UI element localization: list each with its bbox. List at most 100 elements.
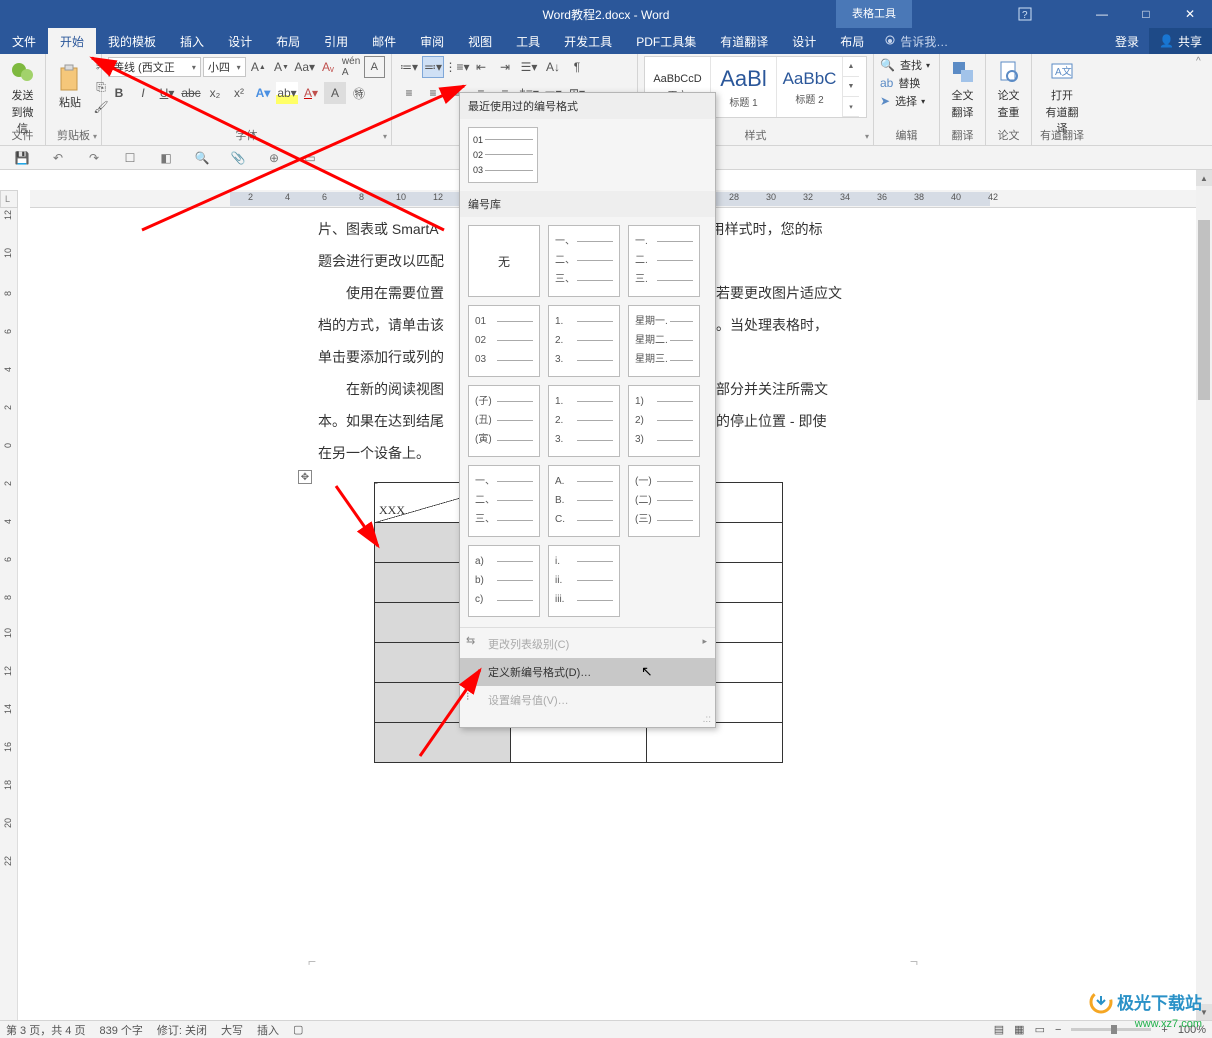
view-web-layout-button[interactable]: ▭ [1035,1023,1045,1036]
tab-引用[interactable]: 引用 [312,28,360,54]
window-minimize-button[interactable]: — [1080,0,1124,28]
bold-button[interactable]: B [108,82,130,104]
numbering-option[interactable]: 星期一.星期二.星期三. [628,305,700,377]
vertical-ruler[interactable]: 121086420246810121416182022 [0,208,18,1020]
numbering-option[interactable]: a)b)c) [468,545,540,617]
numbering-option[interactable]: 一.二.三. [628,225,700,297]
qat-icon-9[interactable]: ▭ [302,150,318,166]
sort-button[interactable]: A↓ [542,56,564,78]
qat-icon-4[interactable]: ☐ [122,150,138,166]
numbering-option[interactable]: A.B.C. [548,465,620,537]
scroll-up-button[interactable]: ▲ [1196,170,1212,186]
macro-record-icon[interactable]: ▢ [293,1023,303,1036]
word-count[interactable]: 839 个字 [99,1022,142,1038]
show-marks-button[interactable]: ¶ [566,56,588,78]
table-cell[interactable] [647,723,783,763]
style-item[interactable]: AaBl标题 1 [711,57,777,117]
tab-开始[interactable]: 开始 [48,28,96,54]
thesis-check-button[interactable]: 论文查重 [992,56,1025,122]
tab-视图[interactable]: 视图 [456,28,504,54]
numbering-none-option[interactable]: 无 [468,225,540,297]
tab-邮件[interactable]: 邮件 [360,28,408,54]
numbering-option[interactable]: i.ii.iii. [548,545,620,617]
select-button[interactable]: 选择 [895,93,917,109]
align-left-button[interactable]: ≡ [398,82,420,104]
decrease-indent-button[interactable]: ⇤ [470,56,492,78]
character-shading-button[interactable]: A [324,82,346,104]
table-move-handle[interactable]: ✥ [298,470,312,484]
tab-文件[interactable]: 文件 [0,28,48,54]
tab-PDF工具集[interactable]: PDF工具集 [624,28,708,54]
table-cell[interactable] [511,723,647,763]
replace-button[interactable]: 替换 [898,75,920,91]
tab-有道翻译[interactable]: 有道翻译 [708,28,780,54]
scrollbar-thumb[interactable] [1198,220,1210,400]
subscript-button[interactable]: x₂ [204,82,226,104]
font-size-combo[interactable]: 小四▾ [203,57,246,77]
decrease-font-button[interactable]: A▼ [271,56,292,78]
view-read-mode-button[interactable]: ▤ [994,1023,1004,1036]
tab-设计[interactable]: 设计 [780,28,828,54]
help-icon[interactable]: ? [1014,0,1036,28]
table-tools-context-tab[interactable]: 表格工具 [836,0,912,28]
style-next-button[interactable]: ▼ [843,77,859,97]
collapse-ribbon-button[interactable]: ^ [1196,56,1210,70]
numbering-button[interactable]: ≕▾ [422,56,444,78]
qat-icon-8[interactable]: ⊕ [266,150,282,166]
tab-布局[interactable]: 布局 [264,28,312,54]
window-maximize-button[interactable]: □ [1124,0,1168,28]
strikethrough-button[interactable]: abc [180,82,202,104]
define-new-number-format-item[interactable]: 定义新编号格式(D)… [460,658,715,686]
qat-icon-6[interactable]: 🔍 [194,150,210,166]
font-name-combo[interactable]: 等线 (西文正▾ [108,57,201,77]
numbering-option[interactable]: 010203 [468,305,540,377]
save-icon[interactable]: 💾 [14,150,30,166]
increase-indent-button[interactable]: ⇥ [494,56,516,78]
highlight-button[interactable]: ab▾ [276,82,298,104]
window-close-button[interactable]: ✕ [1168,0,1212,28]
tab-开发工具[interactable]: 开发工具 [552,28,624,54]
style-more-button[interactable]: ▾ [843,97,859,117]
numbering-option[interactable]: 一、二、三、 [548,225,620,297]
clear-formatting-button[interactable]: Aᵥ [317,56,338,78]
text-effects-button[interactable]: A▾ [252,82,274,104]
enclose-characters-button[interactable]: ㊕ [348,82,370,104]
superscript-button[interactable]: x² [228,82,250,104]
numbering-option[interactable]: 1.2.3. [548,385,620,457]
underline-button[interactable]: U▾ [156,82,178,104]
share-button[interactable]: 👤共享 [1149,28,1212,54]
tab-布局[interactable]: 布局 [828,28,876,54]
tab-工具[interactable]: 工具 [504,28,552,54]
qat-icon-5[interactable]: ◧ [158,150,174,166]
font-color-button[interactable]: A▾ [300,82,322,104]
tab-设计[interactable]: 设计 [216,28,264,54]
tab-我的模板[interactable]: 我的模板 [96,28,168,54]
tell-me-input[interactable]: 告诉我… [876,28,948,54]
send-to-wechat-button[interactable]: 发送 到微信 [6,56,39,138]
numbering-option[interactable]: (一)(二)(三) [628,465,700,537]
table-cell[interactable] [375,723,511,763]
full-translate-button[interactable]: 全文翻译 [946,56,979,122]
redo-icon[interactable]: ↷ [86,150,102,166]
recent-numbering-option[interactable]: 010203 [468,127,538,183]
qat-icon-7[interactable]: 📎 [230,150,246,166]
paste-button[interactable]: 粘贴 [52,63,88,112]
view-print-layout-button[interactable]: ▦ [1014,1023,1024,1036]
find-button[interactable]: 查找 [900,57,922,73]
insert-mode-status[interactable]: 插入 [257,1022,279,1038]
login-button[interactable]: 登录 [1105,33,1149,50]
asian-layout-button[interactable]: ☰▾ [518,56,540,78]
page-indicator[interactable]: 第 3 页，共 4 页 [6,1022,85,1038]
vertical-scrollbar[interactable]: ▲ ▼ [1196,170,1212,1020]
numbering-option[interactable]: 一、二、三、 [468,465,540,537]
align-center-button[interactable]: ≡ [422,82,444,104]
multilevel-list-button[interactable]: ⋮≡▾ [446,56,468,78]
undo-icon[interactable]: ↶ [50,150,66,166]
tab-插入[interactable]: 插入 [168,28,216,54]
phonetic-guide-button[interactable]: wénA [341,56,362,78]
numbering-option[interactable]: (子)(丑)(寅) [468,385,540,457]
bullets-button[interactable]: ≔▾ [398,56,420,78]
character-border-button[interactable]: A [364,56,385,78]
style-prev-button[interactable]: ▲ [843,57,859,77]
italic-button[interactable]: I [132,82,154,104]
